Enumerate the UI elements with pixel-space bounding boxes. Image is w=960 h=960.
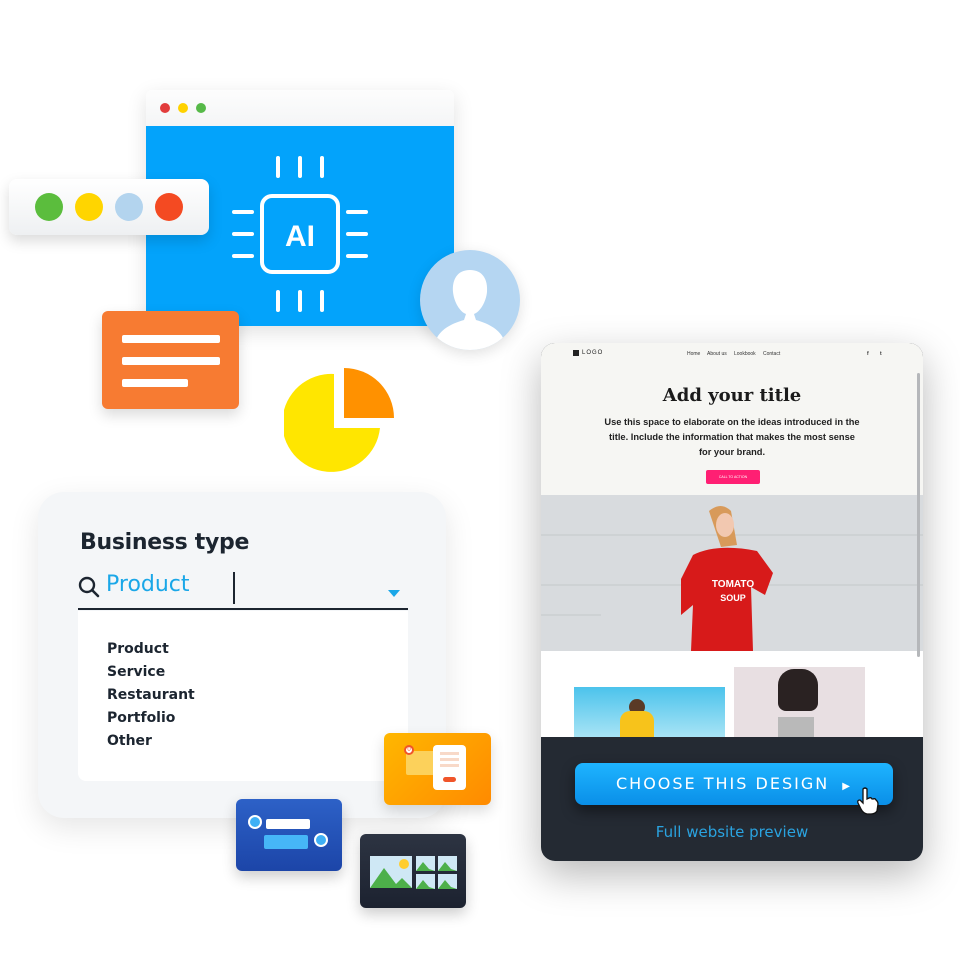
image-gallery-icon xyxy=(360,834,466,908)
window-minimize-dot xyxy=(178,103,188,113)
website-template-preview: LOGO Home About us Lookbook Contact f t … xyxy=(541,343,923,861)
search-icon xyxy=(78,576,100,598)
chat-messages-icon xyxy=(236,799,342,871)
business-type-dropdown: Product Service Restaurant Portfolio Oth… xyxy=(78,611,408,781)
facebook-icon[interactable]: f xyxy=(867,351,869,357)
notification-badge: 0 xyxy=(404,745,414,755)
color-swatch-light-blue[interactable] xyxy=(115,193,143,221)
template-description: Use this space to elaborate on the ideas… xyxy=(604,417,860,457)
user-avatar-icon xyxy=(420,250,520,350)
business-type-input[interactable] xyxy=(106,572,366,597)
template-cta-button[interactable]: CALL TO ACTION xyxy=(706,470,760,484)
gallery-image-bob-hair xyxy=(734,667,865,737)
template-scrollbar[interactable] xyxy=(917,373,920,657)
template-nav-link[interactable]: Contact xyxy=(763,351,780,357)
twitter-icon[interactable]: t xyxy=(880,351,882,357)
logo-icon xyxy=(573,350,579,356)
template-nav-link[interactable]: About us xyxy=(707,351,727,357)
template-nav-link[interactable]: Lookbook xyxy=(734,351,756,357)
color-swatch-red[interactable] xyxy=(155,193,183,221)
full-website-preview-link[interactable]: Full website preview xyxy=(541,823,923,841)
hand-cursor-icon xyxy=(857,787,879,815)
color-swatch-yellow[interactable] xyxy=(75,193,103,221)
template-hero-image: TOMATO SOUP xyxy=(541,495,923,651)
template-logo: LOGO xyxy=(582,350,604,356)
window-maximize-dot xyxy=(196,103,206,113)
ai-chip-label: AI xyxy=(285,220,315,253)
business-type-search[interactable] xyxy=(78,570,408,610)
form-doc-icon xyxy=(433,745,466,790)
text-cursor xyxy=(233,572,235,604)
window-titlebar xyxy=(146,90,454,126)
dropdown-option[interactable]: Restaurant xyxy=(107,687,195,703)
gallery-image-yellow-jacket xyxy=(574,687,725,737)
svg-text:TOMATO: TOMATO xyxy=(712,579,754,590)
color-swatch-green[interactable] xyxy=(35,193,63,221)
dropdown-option[interactable]: Service xyxy=(107,664,165,680)
template-title: Add your title xyxy=(662,385,802,406)
template-nav-link[interactable]: Home xyxy=(687,351,700,357)
dropdown-option[interactable]: Other xyxy=(107,733,152,749)
dropdown-option[interactable]: Product xyxy=(107,641,169,657)
business-type-title: Business type xyxy=(80,530,250,555)
window-close-dot xyxy=(160,103,170,113)
color-palette-card xyxy=(9,179,209,235)
dropdown-arrow-icon[interactable] xyxy=(388,590,400,597)
choose-this-design-button[interactable]: CHOOSE THIS DESIGN ▶ xyxy=(575,763,893,805)
email-form-icon: 0 xyxy=(384,733,491,805)
pie-chart-icon xyxy=(284,368,394,472)
caret-right-icon: ▶ xyxy=(842,781,852,792)
dropdown-option[interactable]: Portfolio xyxy=(107,710,175,726)
svg-text:SOUP: SOUP xyxy=(720,593,746,603)
template-gallery xyxy=(541,651,923,737)
template-header-section: LOGO Home About us Lookbook Contact f t … xyxy=(541,343,923,495)
text-block-icon xyxy=(102,311,239,409)
choose-button-label: CHOOSE THIS DESIGN xyxy=(616,774,830,793)
